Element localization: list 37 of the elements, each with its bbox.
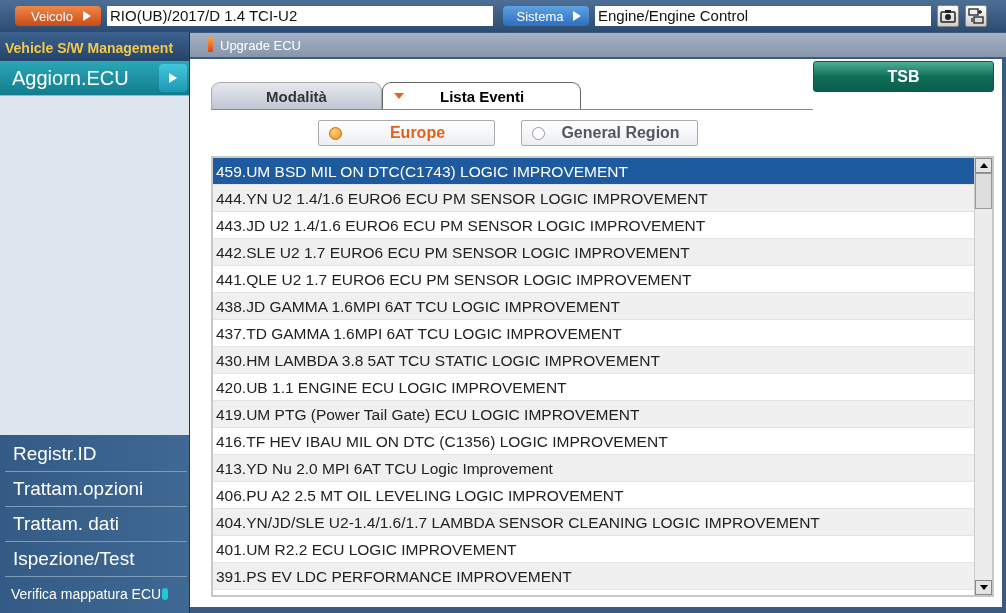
- tsb-button[interactable]: TSB: [813, 61, 994, 92]
- event-row[interactable]: 442.SLE U2 1.7 EURO6 ECU PM SENSOR LOGIC IMPROVEMENT: [213, 239, 974, 266]
- header-marker-icon: [208, 38, 213, 52]
- sidebar-item[interactable]: Registr.ID: [5, 437, 187, 472]
- caret-icon: [394, 93, 404, 99]
- event-row[interactable]: 459.UM BSD MIL ON DTC(C1743) LOGIC IMPROVEMENT: [213, 158, 974, 185]
- play-arrow-icon: [169, 73, 177, 83]
- region-radio[interactable]: General Region: [520, 120, 698, 146]
- tab[interactable]: Lista Eventi: [382, 82, 581, 109]
- event-row[interactable]: 438.JD GAMMA 1.6MPI 6AT TCU LOGIC IMPROVEMENT: [213, 293, 974, 320]
- event-row[interactable]: 391.PS EV LDC PERFORMANCE IMPROVEMENT: [213, 563, 974, 590]
- system-button[interactable]: Sistema: [503, 6, 589, 26]
- sidebar-item[interactable]: Aggiorn.ECU: [0, 61, 189, 96]
- play-arrow-icon: [573, 11, 582, 21]
- scroll-thumb[interactable]: [975, 173, 992, 209]
- info-icon: [162, 588, 169, 600]
- sidebar-item[interactable]: Verifica mappatura ECU: [5, 577, 187, 611]
- event-row[interactable]: 413.YD Nu 2.0 MPI 6AT TCU Logic Improvement: [213, 455, 974, 482]
- play-arrow-icon: [82, 11, 91, 21]
- panel-title: Upgrade ECU: [220, 37, 301, 53]
- tab[interactable]: Modalità: [211, 82, 382, 109]
- sidebar-item[interactable]: Ispezione/Test: [5, 542, 187, 577]
- window-switch-icon[interactable]: [965, 5, 987, 27]
- vehicle-field[interactable]: RIO(UB)/2017/D 1.4 TCI-U2: [107, 6, 493, 26]
- vehicle-button[interactable]: Veicolo: [15, 6, 101, 26]
- scroll-down-icon[interactable]: [975, 580, 992, 595]
- sidebar-item[interactable]: Trattam. dati: [5, 507, 187, 542]
- scroll-up-icon[interactable]: [975, 158, 992, 173]
- sidebar-title: Vehicle S/W Management: [0, 32, 189, 61]
- event-row[interactable]: 430.HM LAMBDA 3.8 5AT TCU STATIC LOGIC IMPROVEMENT: [213, 347, 974, 374]
- system-field[interactable]: Engine/Engine Control: [595, 6, 931, 26]
- scrollbar[interactable]: [974, 158, 992, 595]
- camera-icon[interactable]: [937, 5, 959, 27]
- event-row[interactable]: 404.YN/JD/SLE U2-1.4/1.6/1.7 LAMBDA SENSOR CLEANING LOGIC IMPROVEMENT: [213, 509, 974, 536]
- event-row[interactable]: 444.YN U2 1.4/1.6 EURO6 ECU PM SENSOR LOGIC IMPROVEMENT: [213, 185, 974, 212]
- sidebar-item[interactable]: Trattam.opzioni: [5, 472, 187, 507]
- event-row[interactable]: 419.UM PTG (Power Tail Gate) ECU LOGIC IMPROVEMENT: [213, 401, 974, 428]
